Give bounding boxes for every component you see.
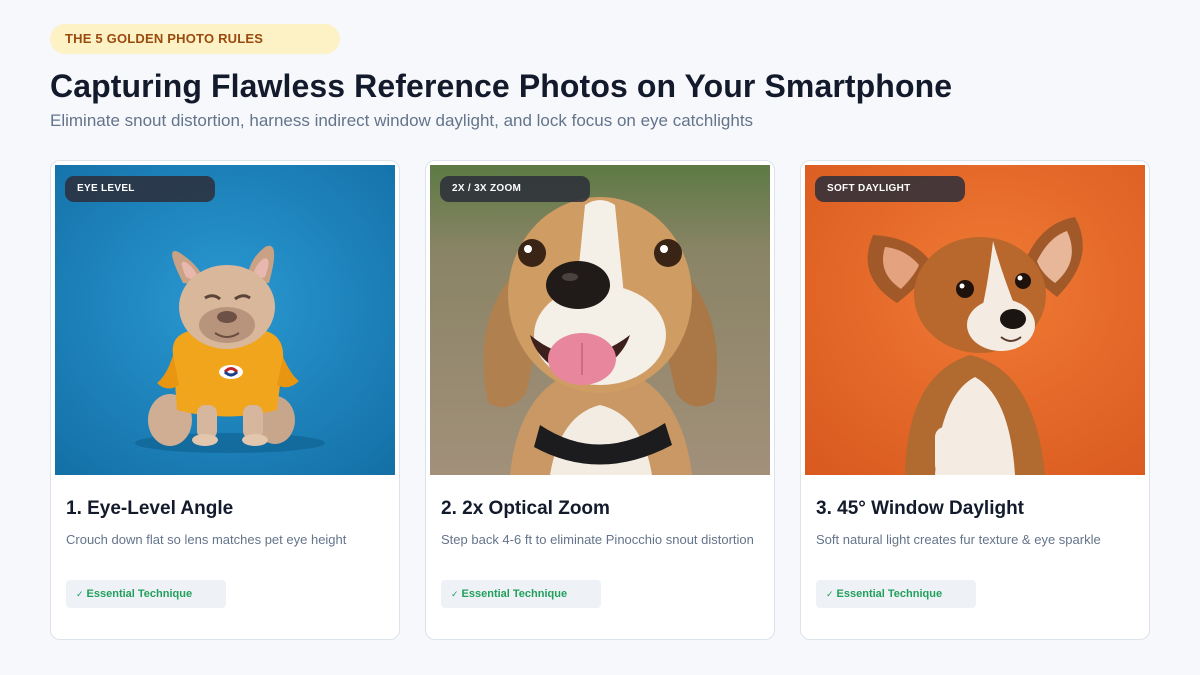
french-bulldog-photo: EYE LEVEL	[55, 165, 395, 475]
badge-label: Essential Technique	[86, 588, 193, 600]
essential-technique-badge: ✓ Essential Technique	[66, 580, 226, 608]
photo-tag: 2X / 3X ZOOM	[440, 176, 590, 202]
card-title: 1. Eye-Level Angle	[66, 498, 234, 519]
badge-label: Essential Technique	[836, 588, 943, 600]
photo-tag: EYE LEVEL	[65, 176, 215, 202]
check-icon: ✓	[826, 589, 834, 599]
card-description: Step back 4-6 ft to eliminate Pinocchio …	[441, 532, 754, 547]
badge-label: Essential Technique	[461, 588, 568, 600]
card-description: Soft natural light creates fur texture &…	[816, 532, 1101, 547]
check-icon: ✓	[76, 589, 84, 599]
card-title: 2. 2x Optical Zoom	[441, 498, 610, 519]
check-icon: ✓	[451, 589, 459, 599]
tip-card-eye-level[interactable]: EYE LEVEL 1. Eye-Level Angle Crouch down…	[50, 160, 400, 640]
page-subtitle: Eliminate snout distortion, harness indi…	[50, 111, 754, 130]
photo-tag: SOFT DAYLIGHT	[815, 176, 965, 202]
tip-card-window-daylight[interactable]: SOFT DAYLIGHT 3. 45° Window Daylight Sof…	[800, 160, 1150, 640]
beagle-photo: 2X / 3X ZOOM	[430, 165, 770, 475]
essential-technique-badge: ✓ Essential Technique	[441, 580, 601, 608]
card-title: 3. 45° Window Daylight	[816, 498, 1025, 519]
page-title: Capturing Flawless Reference Photos on Y…	[50, 68, 953, 104]
card-description: Crouch down flat so lens matches pet eye…	[66, 532, 347, 547]
essential-technique-badge: ✓ Essential Technique	[816, 580, 976, 608]
corgi-puppy-photo: SOFT DAYLIGHT	[805, 165, 1145, 475]
tip-card-optical-zoom[interactable]: 2X / 3X ZOOM 2. 2x Optical Zoom Step bac…	[425, 160, 775, 640]
section-pill: THE 5 GOLDEN PHOTO RULES	[50, 24, 340, 54]
